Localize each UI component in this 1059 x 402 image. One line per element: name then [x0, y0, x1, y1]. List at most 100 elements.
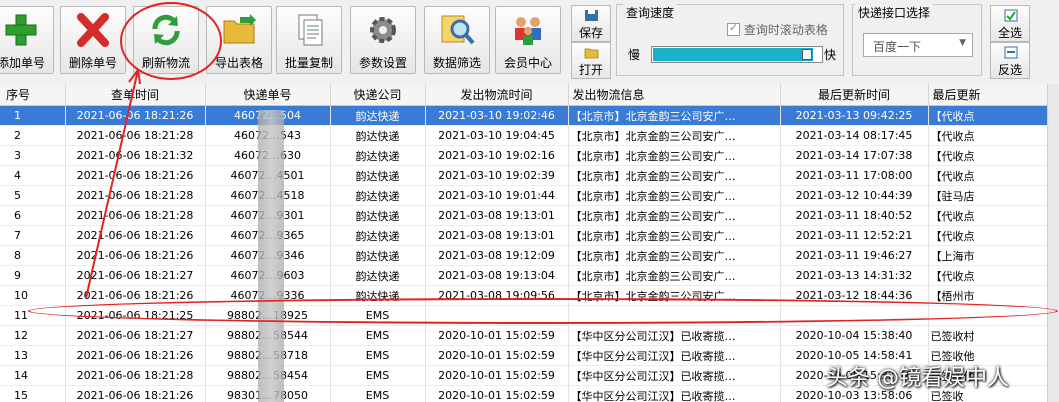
cell-last-update-time: 2021-03-11 18:40:52	[780, 205, 929, 226]
cell-courier: EMS	[330, 325, 426, 346]
speed-slider-thumb[interactable]	[802, 49, 812, 60]
folder-export-icon	[223, 14, 256, 44]
table-row[interactable]: 52021-06-06 18:21:2846072…4518韵达快递2021-0…	[0, 185, 1059, 206]
table-row[interactable]: 22021-06-06 18:21:2846072…543韵达快递2021-03…	[0, 125, 1059, 146]
save-button[interactable]: 保存	[571, 5, 611, 42]
cell-index: 13	[0, 345, 66, 366]
cell-last-update-time: 2021-03-11 17:08:00	[780, 165, 929, 186]
chevron-down-icon: ▼	[959, 38, 966, 48]
cell-ship-time: 2020-10-01 15:02:59	[425, 385, 569, 402]
toolbar: 添加单号 删除单号 刷新物流 导出表格 批量复制 参数设置 数据筛选 会员中心 …	[0, 0, 1059, 85]
table-row[interactable]: 92021-06-06 18:21:2746072…9603韵达快递2021-0…	[0, 265, 1059, 286]
cell-courier: EMS	[330, 305, 426, 326]
open-label: 打开	[578, 63, 603, 77]
interface-dropdown[interactable]: 百度一下 ▼	[863, 33, 973, 57]
cell-courier: 韵达快递	[330, 125, 426, 146]
table-row[interactable]: 72021-06-06 18:21:2646072…9365韵达快递2021-0…	[0, 225, 1059, 246]
cell-ship-time: 2021-03-08 19:13:04	[425, 265, 569, 286]
refresh-logistics-button[interactable]: 刷新物流	[133, 6, 199, 74]
scroll-table-option[interactable]: ✓ 查询时滚动表格	[727, 21, 828, 38]
cell-query-time: 2021-06-06 18:21:26	[65, 385, 206, 402]
table-row[interactable]: 62021-06-06 18:21:2846072…9301韵达快递2021-0…	[0, 205, 1059, 226]
interface-select-group: 快递接口选择 百度一下 ▼	[852, 4, 982, 76]
cell-query-time: 2021-06-06 18:21:26	[65, 165, 206, 186]
cell-ship-time	[425, 305, 569, 326]
cell-ship-info: 【华中区分公司江汉】已收寄揽…	[568, 385, 781, 402]
add-number-label: 添加单号	[0, 56, 45, 70]
member-center-button[interactable]: 会员中心	[495, 6, 561, 74]
delete-number-button[interactable]: 删除单号	[60, 6, 126, 74]
column-header-courier[interactable]: 快递公司	[330, 84, 426, 106]
cell-last-update: 【驻马店	[928, 185, 1059, 206]
column-header-ship-info[interactable]: 发出物流信息	[568, 84, 781, 106]
cell-ship-time: 2020-10-01 15:02:59	[425, 325, 569, 346]
query-speed-group: 查询速度 ✓ 查询时滚动表格 慢 快	[616, 4, 844, 76]
cell-ship-info: 【北京市】北京金韵三公司安广…	[568, 205, 781, 226]
cell-last-update: 【代收点	[928, 265, 1059, 286]
column-header-tracking-number[interactable]: 快递单号	[205, 84, 331, 106]
column-header-last-update[interactable]: 最后更新	[928, 84, 1059, 106]
column-header-query-time[interactable]: 查单时间	[65, 84, 206, 106]
data-filter-button[interactable]: 数据筛选	[424, 6, 490, 74]
table-row[interactable]: 102021-06-06 18:21:2646072…9336韵达快递2021-…	[0, 285, 1059, 306]
cell-ship-info: 【北京市】北京金韵三公司安广…	[568, 185, 781, 206]
cell-query-time: 2021-06-06 18:21:32	[65, 145, 206, 166]
open-button[interactable]: 打开	[571, 42, 611, 79]
column-header-index[interactable]: 序号	[0, 84, 66, 106]
cell-index: 5	[0, 185, 66, 206]
batch-copy-label: 批量复制	[284, 56, 333, 70]
query-speed-title: 查询速度	[623, 4, 678, 21]
cell-index: 12	[0, 325, 66, 346]
cell-courier: 韵达快递	[330, 185, 426, 206]
cell-query-time: 2021-06-06 18:21:26	[65, 225, 206, 246]
cell-courier: 韵达快递	[330, 205, 426, 226]
table-row[interactable]: 12021-06-06 18:21:2646072…504韵达快递2021-03…	[0, 105, 1059, 126]
cell-ship-info: 【北京市】北京金韵三公司安广…	[568, 145, 781, 166]
cell-last-update: 【上海市	[928, 245, 1059, 266]
cell-index: 11	[0, 305, 66, 326]
cell-courier: 韵达快递	[330, 265, 426, 286]
column-header-ship-time[interactable]: 发出物流时间	[425, 84, 569, 106]
cell-index: 1	[0, 105, 66, 126]
vertical-scrollbar[interactable]	[1047, 84, 1059, 402]
cell-query-time: 2021-06-06 18:21:28	[65, 125, 206, 146]
cell-index: 4	[0, 165, 66, 186]
invert-select-button[interactable]: 反选	[990, 42, 1030, 79]
cell-ship-info: 【北京市】北京金韵三公司安广…	[568, 265, 781, 286]
magnifier-icon	[441, 15, 475, 45]
table-row[interactable]: 112021-06-06 18:21:2598802…18925EMS	[0, 305, 1059, 326]
cell-last-update-time: 2021-03-14 17:07:38	[780, 145, 929, 166]
add-number-button[interactable]: 添加单号	[0, 6, 54, 74]
export-table-label: 导出表格	[214, 56, 263, 70]
scroll-table-checkbox[interactable]: ✓	[727, 21, 740, 36]
cell-last-update-time: 2021-03-12 18:44:36	[780, 285, 929, 306]
cell-index: 14	[0, 365, 66, 386]
cell-last-update-time: 2021-03-13 14:31:32	[780, 265, 929, 286]
members-icon	[515, 17, 541, 45]
cell-last-update: 【代收点	[928, 205, 1059, 226]
refresh-logistics-label: 刷新物流	[141, 56, 190, 70]
settings-button[interactable]: 参数设置	[350, 6, 416, 74]
delete-number-label: 删除单号	[68, 56, 117, 70]
select-all-icon	[1004, 9, 1018, 22]
select-all-button[interactable]: 全选	[990, 5, 1030, 42]
table-row[interactable]: 122021-06-06 18:21:2798802…58544EMS2020-…	[0, 325, 1059, 346]
speed-slow-label: 慢	[628, 48, 641, 62]
cell-last-update: 【梧州市	[928, 285, 1059, 306]
table-row[interactable]: 32021-06-06 18:21:3246072…630韵达快递2021-03…	[0, 145, 1059, 166]
cell-index: 9	[0, 265, 66, 286]
cell-courier: 韵达快递	[330, 145, 426, 166]
cell-index: 6	[0, 205, 66, 226]
speed-slider[interactable]	[651, 46, 823, 63]
tracking-table: 序号 查单时间 快递单号 快递公司 发出物流时间 发出物流信息 最后更新时间 最…	[0, 84, 1059, 402]
column-header-last-update-time[interactable]: 最后更新时间	[780, 84, 929, 106]
table-row[interactable]: 82021-06-06 18:21:2646072…9346韵达快递2021-0…	[0, 245, 1059, 266]
export-table-button[interactable]: 导出表格	[206, 6, 272, 74]
cell-last-update-time: 2021-03-11 12:52:21	[780, 225, 929, 246]
batch-copy-button[interactable]: 批量复制	[276, 6, 342, 74]
cell-ship-time: 2021-03-10 19:02:39	[425, 165, 569, 186]
table-row[interactable]: 42021-06-06 18:21:2646072…4501韵达快递2021-0…	[0, 165, 1059, 186]
open-icon	[584, 48, 599, 59]
cell-ship-info	[568, 305, 781, 326]
cell-last-update-time: 2021-03-11 19:46:27	[780, 245, 929, 266]
